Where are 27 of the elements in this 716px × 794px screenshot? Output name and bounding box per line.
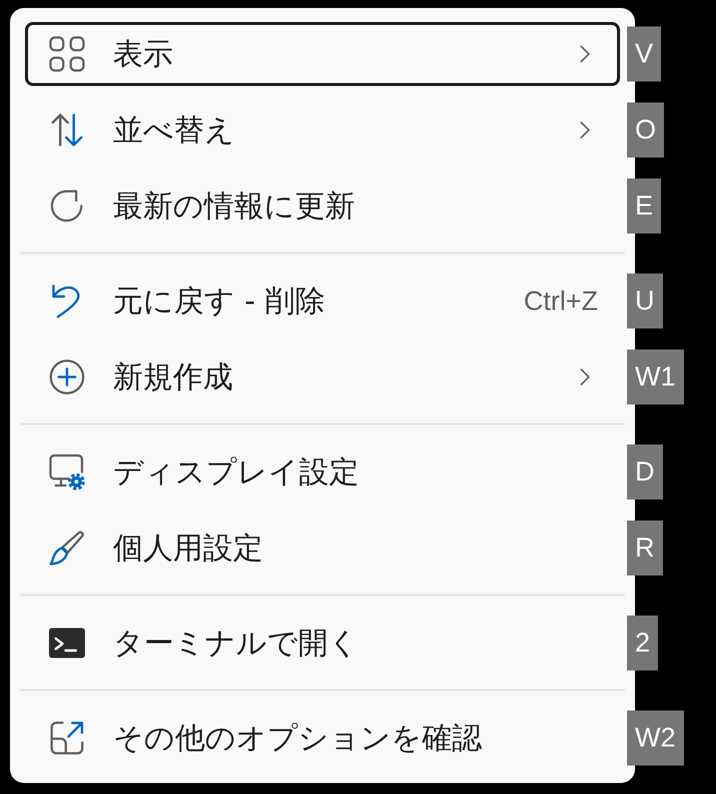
- plus-circle-icon: [49, 359, 85, 395]
- external-link-icon: [49, 720, 85, 756]
- access-key-hint: V: [627, 26, 662, 82]
- menu-item[interactable]: 元に戻す - 削除 Ctrl+Z: [25, 269, 620, 333]
- paintbrush-icon: [49, 530, 85, 566]
- menu-item[interactable]: 並べ替え: [25, 98, 620, 162]
- access-key-hint: 2: [627, 616, 658, 670]
- menu-item[interactable]: その他のオプションを確認: [25, 706, 620, 770]
- shortcut-text: Ctrl+Z: [524, 286, 598, 316]
- menu-item[interactable]: ディスプレイ設定: [25, 440, 620, 504]
- menu-item[interactable]: 個人用設定: [25, 516, 620, 580]
- access-key-hint: E: [627, 178, 662, 234]
- menu-item[interactable]: 新規作成: [25, 345, 620, 409]
- access-key-hint: W2: [627, 710, 684, 766]
- sort-arrows-icon: [49, 112, 85, 148]
- refresh-icon: [49, 188, 85, 224]
- menu-item[interactable]: 表示: [25, 22, 620, 86]
- grid-icon: [49, 36, 85, 72]
- menu-item[interactable]: 最新の情報に更新: [25, 174, 620, 238]
- access-key-hint: O: [627, 102, 664, 158]
- access-key-hint: U: [627, 274, 662, 328]
- menu-item[interactable]: ターミナルで開く: [25, 611, 620, 675]
- terminal-icon: [49, 625, 85, 661]
- access-key-hint: D: [627, 444, 662, 500]
- access-key-hint: R: [627, 520, 662, 576]
- monitor-gear-icon: [49, 454, 85, 490]
- access-key-hint: W1: [627, 350, 684, 404]
